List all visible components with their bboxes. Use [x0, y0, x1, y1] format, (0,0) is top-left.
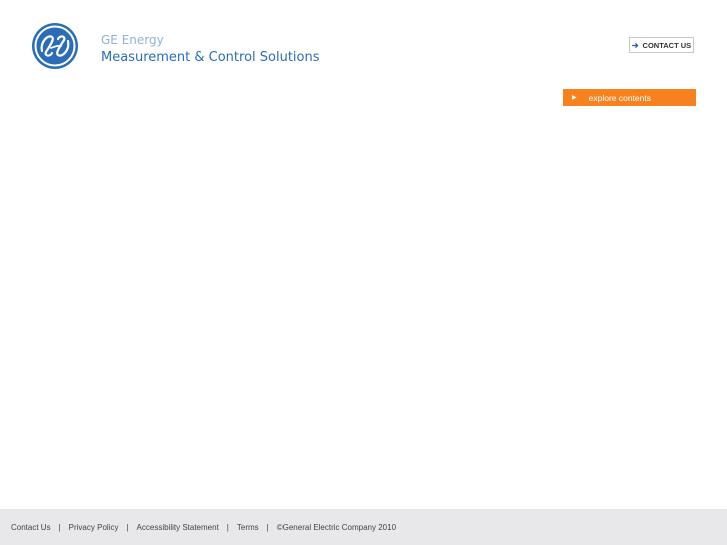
brand-line-energy: GE Energy — [101, 33, 164, 47]
explore-contents-button[interactable]: ▶ explore contents — [563, 89, 696, 106]
contact-us-label: CONTACT US — [642, 40, 692, 50]
footer-separator: | — [126, 522, 129, 532]
brand-title: GE Energy Measurement & Control Solution… — [101, 32, 320, 66]
footer-separator: | — [58, 522, 61, 532]
triangle-right-icon: ▶ — [572, 95, 577, 101]
footer: Contact Us | Privacy Policy | Accessibil… — [0, 509, 727, 545]
footer-separator: | — [226, 522, 229, 532]
footer-separator: | — [266, 522, 269, 532]
explore-contents-label: explore contents — [588, 92, 651, 103]
ge-logo[interactable] — [31, 22, 79, 70]
ge-monogram-icon — [32, 23, 78, 69]
contact-us-button[interactable]: ➔ CONTACT US — [629, 37, 694, 53]
footer-link-accessibility[interactable]: Accessibility Statement — [137, 523, 219, 532]
arrow-right-icon: ➔ — [631, 40, 639, 50]
brand-line-division: Measurement & Control Solutions — [101, 50, 320, 65]
footer-link-terms[interactable]: Terms — [237, 523, 259, 532]
footer-link-privacy[interactable]: Privacy Policy — [69, 523, 119, 532]
footer-copyright: ©General Electric Company 2010 — [276, 522, 397, 532]
footer-link-contact[interactable]: Contact Us — [11, 523, 51, 532]
